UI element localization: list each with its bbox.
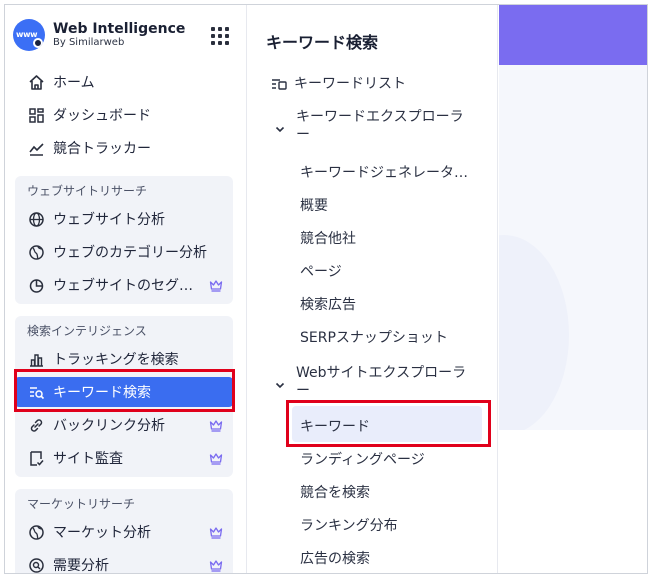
submenu-item-search-ads[interactable]: 検索広告: [300, 294, 356, 314]
sidebar-item-website-segments[interactable]: ウェブサイトのセグ…: [15, 270, 233, 300]
annotation-highlight-sidebar: [14, 369, 235, 412]
crown-icon: [209, 420, 223, 432]
section-title: ウェブサイトリサーチ: [27, 184, 148, 198]
sidebar-item-label: ウェブのカテゴリー分析: [53, 245, 207, 261]
submenu-item-overview[interactable]: 概要: [300, 195, 328, 215]
globe-icon: [27, 210, 45, 228]
submenu-item-keyword-generator[interactable]: キーワードジェネレータ…: [300, 162, 468, 182]
submenu-item-landing-pages[interactable]: ランディングページ: [300, 449, 425, 469]
submenu-item-label: キーワードリスト: [294, 76, 406, 92]
sidebar-item-backlink-analysis[interactable]: バックリンク分析: [15, 410, 233, 440]
sidebar-item-dashboard[interactable]: ダッシュボード: [15, 100, 233, 130]
submenu-item-keyword-list[interactable]: キーワードリスト: [270, 75, 406, 93]
sidebar-item-website-analysis[interactable]: ウェブサイト分析: [15, 204, 233, 234]
submenu-panel: キーワード検索 キーワードリスト キーワードエクスプローラー キーワードジェネレ…: [248, 5, 498, 573]
submenu-item-competitors[interactable]: 競合他社: [300, 228, 356, 248]
panel-title: キーワード検索: [266, 33, 379, 52]
chevron-down-icon[interactable]: [274, 123, 286, 135]
main-content-area: [499, 5, 647, 573]
brand-text: Web Intelligence By Similarweb: [53, 21, 185, 49]
category-globe-icon: [27, 243, 45, 261]
crown-icon: [209, 560, 223, 572]
content-card: [499, 430, 647, 573]
brand-logo: www: [13, 19, 45, 51]
sidebar-item-demand-analysis[interactable]: 需要分析: [15, 550, 233, 574]
sidebar-item-label: 競合トラッカー: [53, 141, 151, 157]
submenu-item-ranking-distribution[interactable]: ランキング分布: [300, 515, 398, 535]
submenu-item-search-competitors[interactable]: 競合を検索: [300, 482, 370, 502]
sidebar-item-label: サイト監査: [53, 451, 123, 467]
annotation-highlight-submenu: [286, 400, 491, 447]
sidebar-item-label: ホーム: [53, 75, 95, 91]
section-title: 検索インテリジェンス: [27, 324, 147, 338]
sidebar-item-label: バックリンク分析: [53, 418, 165, 434]
bar-chart-icon: [27, 350, 45, 368]
brand-subtitle: By Similarweb: [53, 37, 125, 48]
audit-icon: [27, 449, 45, 467]
market-globe-icon: [27, 523, 45, 541]
sidebar-item-site-audit[interactable]: サイト監査: [15, 443, 233, 473]
sidebar-item-label: ウェブサイト分析: [53, 212, 165, 228]
apps-grid-icon[interactable]: [211, 27, 229, 45]
brand[interactable]: www Web Intelligence By Similarweb: [13, 19, 185, 51]
brand-logo-dot: [33, 38, 43, 48]
brand-logo-text: www: [16, 30, 38, 39]
chevron-down-icon[interactable]: [274, 379, 286, 391]
link-icon: [27, 416, 45, 434]
submenu-group-website-explorer[interactable]: Webサイトエクスプローラー: [296, 364, 476, 400]
sidebar-item-label: トラッキングを検索: [53, 352, 179, 368]
sidebar-item-home[interactable]: ホーム: [15, 67, 233, 97]
submenu-group-keyword-explorer[interactable]: キーワードエクスプローラー: [296, 108, 476, 144]
sidebar-item-label: 需要分析: [53, 558, 109, 574]
submenu-item-ad-search[interactable]: 広告の検索: [300, 548, 370, 568]
pie-chart-icon: [27, 276, 45, 294]
crown-icon: [209, 280, 223, 292]
sidebar-item-category-analysis[interactable]: ウェブのカテゴリー分析: [15, 237, 233, 267]
crown-icon: [209, 527, 223, 539]
sidebar-item-market-analysis[interactable]: マーケット分析: [15, 517, 233, 547]
crown-icon: [209, 453, 223, 465]
submenu-item-serp-snapshot[interactable]: SERPスナップショット: [300, 327, 448, 347]
keyword-list-icon: [272, 79, 287, 90]
dashboard-icon: [27, 106, 45, 124]
submenu-item-pages[interactable]: ページ: [300, 261, 342, 281]
brand-title: Web Intelligence: [53, 21, 186, 37]
tracker-icon: [27, 139, 45, 157]
demand-icon: [27, 556, 45, 573]
sidebar: www Web Intelligence By Similarweb ホーム ダ…: [5, 5, 247, 574]
section-title: マーケットリサーチ: [27, 497, 136, 511]
home-icon: [27, 73, 45, 91]
app-window: www Web Intelligence By Similarweb ホーム ダ…: [4, 4, 648, 574]
sidebar-item-tracker[interactable]: 競合トラッカー: [15, 133, 233, 163]
sidebar-item-label: マーケット分析: [53, 525, 151, 541]
sidebar-item-label: ダッシュボード: [53, 108, 151, 124]
sidebar-item-label: ウェブサイトのセグ…: [53, 278, 193, 294]
header-banner: [499, 5, 647, 65]
background-shape: [499, 235, 569, 435]
